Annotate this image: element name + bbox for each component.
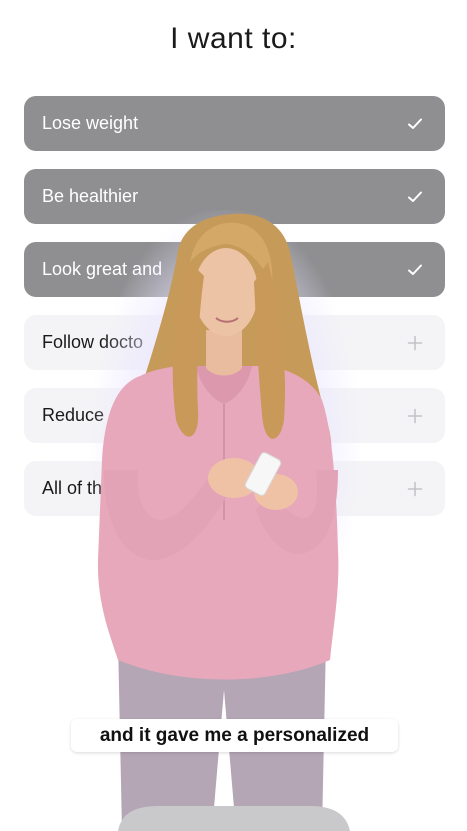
option-label: Be healthier [42, 186, 139, 206]
option-label: All of th [42, 478, 103, 498]
option-follow-doctor[interactable]: Follow docto [24, 315, 445, 370]
option-label: Lose weight [42, 113, 139, 133]
check-icon [408, 191, 422, 202]
goal-options-list: Lose weight Be healthier Look great and … [24, 96, 445, 534]
plus-icon [407, 335, 423, 350]
option-label: Reduce [42, 405, 105, 425]
plus-icon [407, 408, 423, 423]
plus-icon [407, 481, 423, 496]
page-title: I want to: [170, 22, 297, 55]
option-be-healthier[interactable]: Be healthier [24, 169, 445, 224]
option-all-of-the-above[interactable]: All of th [24, 461, 445, 516]
option-lose-weight[interactable]: Lose weight [24, 96, 445, 151]
check-icon [408, 264, 422, 275]
option-label: Follow docto [42, 332, 144, 352]
option-label: Look great and [42, 259, 163, 279]
app-screen: I want to: Lose weight Be healthier Look… [0, 0, 467, 831]
option-look-great[interactable]: Look great and [24, 242, 445, 297]
check-icon [408, 118, 422, 129]
video-caption: and it gave me a personalized [71, 719, 398, 752]
option-reduce[interactable]: Reduce [24, 388, 445, 443]
